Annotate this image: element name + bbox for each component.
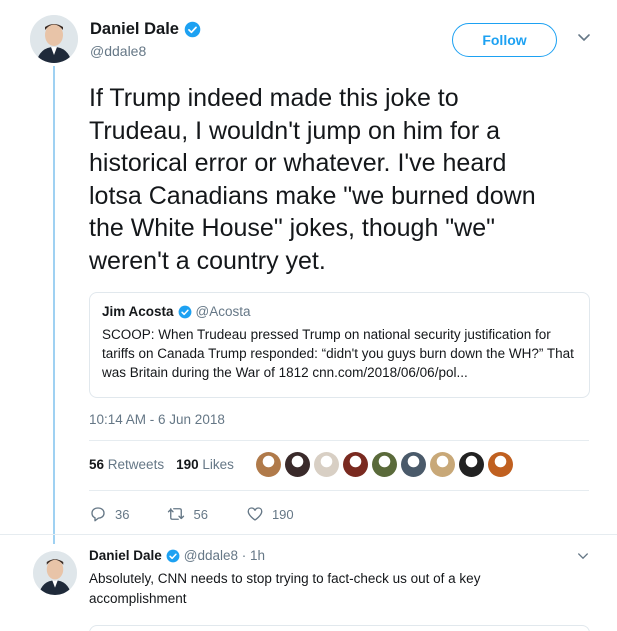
thread-line bbox=[53, 66, 55, 544]
reply-count: 36 bbox=[115, 506, 130, 522]
like-count: 190 bbox=[271, 506, 294, 522]
follow-button[interactable]: Follow bbox=[452, 23, 557, 57]
reply-author-name[interactable]: Daniel Dale bbox=[89, 548, 162, 563]
likes-count: 190 bbox=[176, 457, 199, 472]
verified-badge-icon bbox=[184, 21, 201, 38]
quoted-tweet-text: SCOOP: When Trudeau pressed Trump on nat… bbox=[102, 327, 574, 380]
reply-header: Daniel Dale @ddale8 · 1h bbox=[89, 548, 265, 563]
retweet-count: 56 bbox=[193, 506, 208, 522]
reply-text: Absolutely, CNN needs to stop trying to … bbox=[89, 571, 481, 606]
quoted-author-handle: @Acosta bbox=[195, 304, 251, 319]
retweets-stat[interactable]: 56 Retweets bbox=[89, 457, 164, 472]
quoted-tweet[interactable]: Jim Acosta @Acosta SCOOP: When Trudeau p… bbox=[89, 292, 590, 398]
avatar[interactable] bbox=[33, 551, 77, 595]
author-handle[interactable]: @ddale8 bbox=[90, 43, 146, 59]
retweets-count: 56 bbox=[89, 457, 105, 472]
quoted-tweet-header: Jim Acosta @Acosta bbox=[102, 304, 577, 319]
reply-icon bbox=[91, 507, 105, 522]
liker-avatar[interactable] bbox=[343, 452, 368, 477]
engagement-stats: 56 Retweets 190 Likes bbox=[89, 457, 234, 472]
liker-avatar[interactable] bbox=[256, 452, 281, 477]
reply-action[interactable]: 36 bbox=[89, 505, 129, 523]
likes-label: Likes bbox=[202, 457, 234, 472]
liker-avatar[interactable] bbox=[430, 452, 455, 477]
reply-meta[interactable]: @ddale8 · 1h bbox=[184, 548, 265, 563]
like-action[interactable]: 190 bbox=[246, 505, 294, 523]
liker-avatars bbox=[256, 452, 513, 477]
verified-badge-icon bbox=[178, 305, 191, 318]
retweet-action[interactable]: 56 bbox=[167, 505, 208, 523]
divider bbox=[89, 440, 589, 441]
divider bbox=[89, 490, 589, 491]
like-icon bbox=[247, 507, 263, 521]
tweet-timestamp[interactable]: 10:14 AM - 6 Jun 2018 bbox=[89, 412, 225, 427]
liker-avatar[interactable] bbox=[285, 452, 310, 477]
retweet-icon bbox=[168, 508, 185, 520]
liker-avatar[interactable] bbox=[314, 452, 339, 477]
liker-avatar[interactable] bbox=[372, 452, 397, 477]
liker-avatar[interactable] bbox=[459, 452, 484, 477]
liker-avatar[interactable] bbox=[401, 452, 426, 477]
retweets-label: Retweets bbox=[107, 457, 165, 472]
tweet-actions: 36 56 190 bbox=[89, 505, 332, 523]
quoted-author-name: Jim Acosta bbox=[102, 304, 174, 319]
chevron-down-icon[interactable] bbox=[577, 33, 591, 43]
tweet-text: If Trump indeed made this joke to Trudea… bbox=[89, 84, 536, 275]
avatar[interactable] bbox=[30, 15, 78, 63]
likes-stat[interactable]: 190 Likes bbox=[176, 457, 234, 472]
author-name[interactable]: Daniel Dale bbox=[90, 20, 201, 39]
chevron-down-icon[interactable] bbox=[577, 552, 589, 561]
liker-avatar[interactable] bbox=[488, 452, 513, 477]
divider bbox=[0, 534, 617, 535]
author-name-text[interactable]: Daniel Dale bbox=[90, 20, 179, 39]
verified-badge-icon bbox=[166, 549, 180, 562]
quoted-tweet-partial[interactable] bbox=[89, 625, 590, 631]
